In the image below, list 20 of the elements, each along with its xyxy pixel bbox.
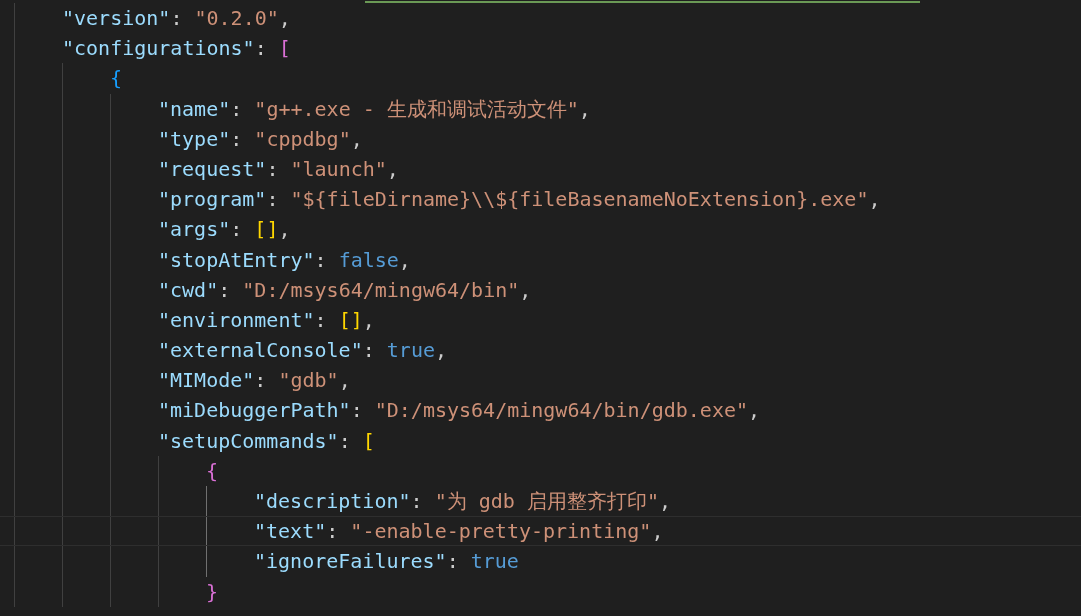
code-line: "miDebuggerPath": "D:/msys64/mingw64/bin/gdb.exe", <box>158 398 761 423</box>
code-line: { <box>206 458 219 483</box>
code-line: "MIMode": "gdb", <box>158 368 351 393</box>
code-line: "text": "-enable-pretty-printing", <box>254 519 664 544</box>
code-line: "configurations": [ <box>62 36 291 61</box>
code-line: "stopAtEntry": false, <box>158 247 411 272</box>
code-line: } <box>206 579 219 604</box>
code-line: "version": "0.2.0", <box>62 6 291 30</box>
code-line: "type": "cppdbg", <box>158 126 363 151</box>
code-line: "environment": [], <box>158 307 375 332</box>
code-line: "externalConsole": true, <box>158 338 447 363</box>
code-line: "args": [], <box>158 217 291 242</box>
code-line: "cwd": "D:/msys64/mingw64/bin", <box>158 277 532 302</box>
code-line: "ignoreFailures": true <box>254 549 519 574</box>
code-line: "program": "${fileDirname}\\${fileBasenameNoExtension}.exe", <box>158 187 881 212</box>
code-line: "name": "g++.exe - 生成和调试活动文件", <box>158 96 591 121</box>
code-line: "setupCommands": [ <box>158 428 375 453</box>
code-line: "request": "launch", <box>158 156 399 181</box>
code-line: "description": "为 gdb 启用整齐打印", <box>254 489 671 513</box>
code-line: { <box>110 66 123 91</box>
